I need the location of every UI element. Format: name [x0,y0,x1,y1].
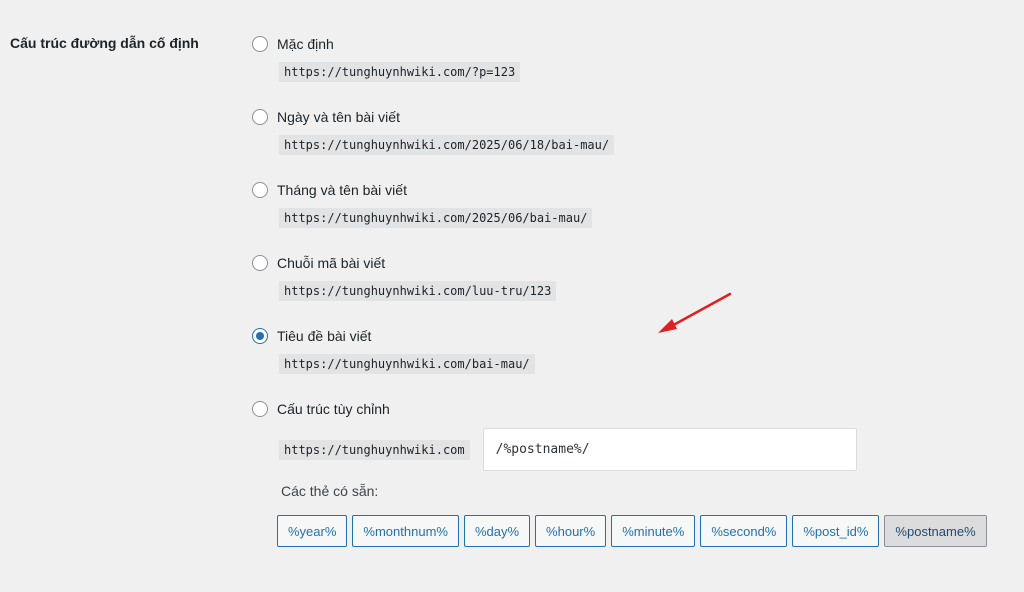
tag-button-monthnum[interactable]: %monthnum% [352,515,459,547]
tag-button-minute[interactable]: %minute% [611,515,696,547]
custom-structure-input[interactable] [482,428,857,471]
radio-default[interactable] [252,36,268,52]
option-label-post-name: Tiêu đề bài viết [277,328,372,344]
permalink-structure-heading: Cấu trúc đường dẫn cố định [10,35,199,51]
example-url-numeric: https://tunghuynhwiki.com/luu-tru/123 [279,281,557,301]
permalink-option-default: Mặc định https://tunghuynhwiki.com/?p=12… [252,34,521,82]
tag-button-postname[interactable]: %postname% [884,515,987,547]
radio-numeric[interactable] [252,255,268,271]
tag-button-second[interactable]: %second% [700,515,788,547]
permalink-option-month-name: Tháng và tên bài viết https://tunghuynhw… [252,180,593,228]
example-url-default: https://tunghuynhwiki.com/?p=123 [279,62,521,82]
custom-base-url: https://tunghuynhwiki.com [279,439,470,460]
example-url-month-name: https://tunghuynhwiki.com/2025/06/bai-ma… [279,208,593,228]
available-tags: %year% %monthnum% %day% %hour% %minute% … [277,515,987,547]
available-tags-label: Các thẻ có sẵn: [281,483,379,499]
tag-button-day[interactable]: %day% [463,515,531,547]
option-label-custom: Cấu trúc tùy chỉnh [277,401,390,417]
tag-button-year[interactable]: %year% [277,515,348,547]
example-url-day-name: https://tunghuynhwiki.com/2025/06/18/bai… [279,135,615,155]
tag-button-hour[interactable]: %hour% [535,515,607,547]
custom-structure-row: https://tunghuynhwiki.com [279,428,857,471]
permalink-option-numeric: Chuỗi mã bài viết https://tunghuynhwiki.… [252,253,557,301]
radio-post-name[interactable] [252,328,268,344]
radio-day-name[interactable] [252,109,268,125]
tag-button-post-id[interactable]: %post_id% [792,515,880,547]
radio-custom[interactable] [252,401,268,417]
radio-month-name[interactable] [252,182,268,198]
option-label-numeric: Chuỗi mã bài viết [277,255,386,271]
permalink-option-custom: Cấu trúc tùy chỉnh [252,399,390,419]
permalink-option-post-name: Tiêu đề bài viết https://tunghuynhwiki.c… [252,326,535,374]
permalink-option-day-name: Ngày và tên bài viết https://tunghuynhwi… [252,107,615,155]
option-label-day-name: Ngày và tên bài viết [277,109,400,125]
option-label-month-name: Tháng và tên bài viết [277,182,407,198]
option-label-default: Mặc định [277,36,334,52]
red-arrow-icon [658,292,732,333]
example-url-post-name: https://tunghuynhwiki.com/bai-mau/ [279,354,535,374]
